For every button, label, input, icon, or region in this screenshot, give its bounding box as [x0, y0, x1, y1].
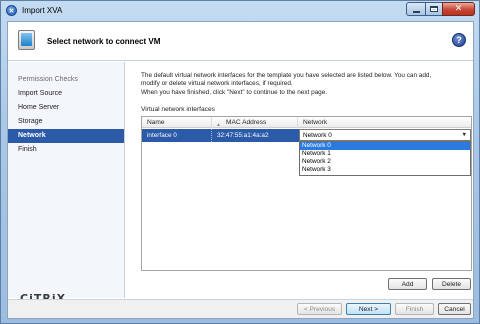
cell-mac-address: 32:47:55:a1:4a:a2: [217, 132, 269, 139]
step-permission-checks[interactable]: Permission Checks: [8, 73, 124, 87]
chevron-down-icon[interactable]: ▼: [462, 132, 467, 138]
step-list: Permission Checks Import Source Home Ser…: [8, 62, 124, 157]
network-dropdown-list: Network 0 Network 1 Network 2 Network 3: [299, 141, 471, 176]
maximize-icon: [430, 6, 438, 12]
page-title: Select network to connect VM: [47, 37, 161, 46]
wizard-icon-screen: [21, 33, 32, 46]
delete-interface-button[interactable]: Delete: [432, 278, 471, 290]
wizard-window: Import XVA ✕ Select network to connect V…: [0, 0, 480, 324]
description-line-2: modify or delete virtual network interfa…: [141, 80, 293, 88]
wizard-page-content: The default virtual network interfaces f…: [126, 62, 473, 298]
column-header-name[interactable]: Name: [142, 117, 212, 128]
page-description: The default virtual network interfaces f…: [141, 72, 475, 97]
window-title: Import XVA: [22, 6, 63, 15]
dropdown-option-network-3[interactable]: Network 3: [300, 166, 470, 174]
finish-button[interactable]: Finish: [395, 303, 434, 315]
next-button[interactable]: Next >: [346, 303, 391, 315]
maximize-button[interactable]: [425, 2, 442, 16]
network-select-value: Network 0: [303, 132, 332, 139]
step-import-source[interactable]: Import Source: [8, 87, 124, 101]
description-line-3: When you have finished, click "Next" to …: [141, 88, 328, 96]
step-storage[interactable]: Storage: [8, 115, 124, 129]
section-label: Virtual network interfaces: [141, 106, 215, 113]
cell-interface-name: interface 0: [142, 129, 212, 142]
network-select[interactable]: Network 0 ▼: [299, 129, 471, 141]
column-header-network[interactable]: Network: [298, 117, 471, 128]
help-icon[interactable]: ?: [452, 33, 466, 47]
title-bar[interactable]: Import XVA ✕: [1, 1, 479, 21]
wizard-footer: < Previous Next > Finish Cancel: [8, 299, 473, 318]
help-glyph: ?: [456, 35, 462, 45]
dropdown-option-network-2[interactable]: Network 2: [300, 158, 470, 166]
add-interface-button[interactable]: Add: [388, 278, 427, 290]
step-home-server[interactable]: Home Server: [8, 101, 124, 115]
step-finish[interactable]: Finish: [8, 143, 124, 157]
grid-header: Name ▲ MAC Address Network: [142, 117, 471, 128]
description-line-1: The default virtual network interfaces f…: [141, 72, 432, 79]
minimize-button[interactable]: [406, 2, 425, 16]
column-header-mac[interactable]: ▲ MAC Address: [212, 117, 298, 128]
cancel-button[interactable]: Cancel: [438, 303, 471, 315]
wizard-client-area: Select network to connect VM ? Permissio…: [7, 21, 474, 319]
minimize-icon: [412, 10, 420, 13]
caption-buttons: ✕: [406, 2, 475, 16]
xenserver-app-icon: [6, 5, 17, 16]
dropdown-option-network-1[interactable]: Network 1: [300, 150, 470, 158]
wizard-steps-sidebar: Permission Checks Import Source Home Ser…: [8, 62, 125, 305]
previous-button[interactable]: < Previous: [297, 303, 342, 315]
step-network[interactable]: Network: [8, 129, 124, 143]
close-button[interactable]: ✕: [442, 2, 475, 16]
column-header-mac-label: MAC Address: [226, 119, 267, 126]
wizard-header: Select network to connect VM ?: [8, 22, 473, 61]
close-icon: ✕: [454, 3, 463, 14]
dropdown-option-network-0[interactable]: Network 0: [300, 142, 470, 150]
wizard-page-icon: [18, 30, 37, 50]
network-interfaces-grid: Name ▲ MAC Address Network interface 0 3…: [141, 116, 472, 271]
